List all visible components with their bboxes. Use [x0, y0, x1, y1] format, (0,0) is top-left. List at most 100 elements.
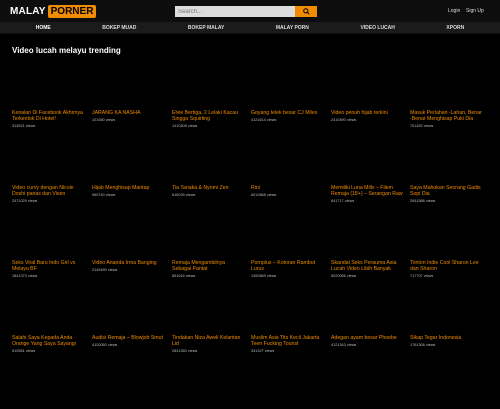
nav-bokep-muad[interactable]: BOKEP MUAD [102, 25, 136, 31]
video-card[interactable]: Hijab Menghisap Mantap 960740 views [92, 137, 164, 197]
video-card[interactable]: Masuk Perlahan -Lahan, Benar -Benar Meng… [410, 62, 482, 128]
video-thumbnail[interactable] [331, 212, 403, 258]
video-thumbnail[interactable] [12, 62, 84, 108]
video-title[interactable]: JARANG KA NASHA [92, 110, 164, 116]
video-title[interactable]: Tindakan Niza Aweli Kelantan Lid [172, 335, 244, 347]
video-thumbnail[interactable] [331, 287, 403, 333]
video-title[interactable]: Adegan ayam besar Phoebe [331, 335, 403, 341]
nav-xporn[interactable]: XPORN [446, 25, 464, 31]
search-button[interactable] [295, 6, 317, 17]
video-title[interactable]: Salahi Saya Kepada Anda Orange Yang Saya… [12, 335, 84, 347]
video-thumbnail[interactable] [331, 137, 403, 183]
video-views: 4121343 views [331, 343, 357, 348]
video-title[interactable]: Pornplus – Kotoran Rambut Lurus [251, 260, 323, 272]
video-title[interactable]: Tia Tanaka & Nyomi Zen [172, 185, 244, 191]
video-card[interactable]: Skandal Seks Perauma Asia Lucah Video Li… [331, 212, 403, 278]
nav-malay-porn[interactable]: MALAY PORN [276, 25, 309, 31]
video-title[interactable]: Audisi Remaja – Blowjob Smut [92, 335, 164, 341]
video-card[interactable]: Goyang telek besar CJ Miles 4121614 views [251, 62, 323, 122]
video-card[interactable]: JARANG KA NASHA 101580 views [92, 62, 164, 122]
video-views: 616033 views [172, 193, 196, 198]
signup-link[interactable]: Sign Up [466, 8, 484, 14]
video-views: 2145490 views [92, 268, 118, 273]
video-thumbnail[interactable] [12, 137, 84, 183]
video-views: 2841586 views [410, 199, 436, 204]
video-thumbnail[interactable] [251, 62, 323, 108]
video-title[interactable]: Saya Mahukan Seorang Gadis Sopi Dia [410, 185, 482, 197]
page-title: Video lucah melayu trending [12, 46, 121, 55]
video-title[interactable]: Muslim Asia Tits Kecil Jakarta Teen Fuck… [251, 335, 323, 347]
video-card[interactable]: Video Ananda Irma Banging 2145490 views [92, 212, 164, 272]
site-logo[interactable]: MALAY PORNER [10, 5, 97, 18]
video-title[interactable]: Video curvy dengan Nicole Doshi panas da… [12, 185, 84, 197]
video-card[interactable]: Elvie Bertiga, 2 Lelaki Kacau Singga Squ… [172, 62, 244, 128]
video-views: 1452869 views [251, 274, 277, 279]
video-views: 2471029 views [12, 199, 38, 204]
video-thumbnail[interactable] [410, 287, 482, 333]
search-input[interactable] [175, 6, 295, 17]
video-title[interactable]: Sikap Tegar Indonesia [410, 335, 482, 341]
video-card[interactable]: Remaja Mengambilnya Sebagai Pantat 861616… [172, 212, 244, 278]
video-card[interactable]: Saya Mahukan Seorang Gadis Sopi Dia 28415… [410, 137, 482, 203]
video-title[interactable]: Masuk Perlahan -Lahan, Benar -Benar Meng… [410, 110, 482, 122]
video-views: 101580 views [92, 118, 116, 123]
video-views: 1761306 views [410, 343, 436, 348]
video-views: 1841373 views [12, 274, 38, 279]
video-card[interactable]: Salahi Saya Kepada Anda Orange Yang Saya… [12, 287, 84, 353]
video-card[interactable]: Audisi Remaja – Blowjob Smut 4120050 view… [92, 287, 164, 347]
video-thumbnail[interactable] [12, 287, 84, 333]
video-thumbnail[interactable] [172, 62, 244, 108]
nav-video-lucah[interactable]: VIDEO LUCAH [360, 25, 394, 31]
video-thumbnail[interactable] [410, 137, 482, 183]
video-card[interactable]: Video penuh hijab terkini 2410490 views [331, 62, 403, 122]
logo-text-porner: PORNER [47, 5, 97, 18]
video-title[interactable]: Hijab Menghisap Mantap [92, 185, 164, 191]
login-link[interactable]: Login [448, 8, 460, 14]
video-title[interactable]: Kenalan Di Facebook Akhirnya Terkentok D… [12, 110, 84, 122]
video-thumbnail[interactable] [410, 212, 482, 258]
video-views: 841717 views [331, 199, 355, 204]
video-card[interactable]: Rini 6012868 views [251, 137, 323, 197]
video-card[interactable]: Video curvy dengan Nicole Doshi panas da… [12, 137, 84, 203]
video-title[interactable]: Rini [251, 185, 323, 191]
video-thumbnail[interactable] [172, 287, 244, 333]
video-views: 5020056 views [331, 274, 357, 279]
video-title[interactable]: Remaja Mengambilnya Sebagai Pantat [172, 260, 244, 272]
video-card[interactable]: Sikap Tegar Indonesia 1761306 views [410, 287, 482, 347]
video-card[interactable]: Tonton Indie Cool Sharon Lee dan Sharon 7… [410, 212, 482, 278]
video-thumbnail[interactable] [251, 212, 323, 258]
video-card[interactable]: Tia Tanaka & Nyomi Zen 616033 views [172, 137, 244, 197]
video-card[interactable]: Tindakan Niza Aweli Kelantan Lid 2841350 … [172, 287, 244, 353]
video-views: 6012868 views [251, 193, 277, 198]
video-title[interactable]: Memiliki Luna Mills – Filem Remaja (18+)… [331, 185, 403, 197]
video-title[interactable]: Goyang telek besar CJ Miles [251, 110, 323, 116]
video-thumbnail[interactable] [92, 287, 164, 333]
video-views: 717707 views [410, 274, 434, 279]
video-card[interactable]: Adegan ayam besar Phoebe 4121343 views [331, 287, 403, 347]
video-title[interactable]: Skandal Seks Perauma Asia Lucah Video Li… [331, 260, 403, 272]
video-thumbnail[interactable] [92, 137, 164, 183]
video-thumbnail[interactable] [251, 137, 323, 183]
video-thumbnail[interactable] [331, 62, 403, 108]
video-thumbnail[interactable] [251, 287, 323, 333]
video-thumbnail[interactable] [410, 62, 482, 108]
video-thumbnail[interactable] [172, 212, 244, 258]
main-nav: HOME BOKEP MUAD BOKEP MALAY MALAY PORN V… [0, 22, 500, 34]
video-title[interactable]: Elvie Bertiga, 2 Lelaki Kacau Singga Squ… [172, 110, 244, 122]
video-thumbnail[interactable] [92, 62, 164, 108]
video-thumbnail[interactable] [12, 212, 84, 258]
video-card[interactable]: Seks Viral Baru Indo Girl vs Melayu BF 18… [12, 212, 84, 278]
video-title[interactable]: Video penuh hijab terkini [331, 110, 403, 116]
video-title[interactable]: Seks Viral Baru Indo Girl vs Melayu BF [12, 260, 84, 272]
video-title[interactable]: Tonton Indie Cool Sharon Lee dan Sharon [410, 260, 482, 272]
video-title[interactable]: Video Ananda Irma Banging [92, 260, 164, 266]
nav-bokep-malay[interactable]: BOKEP MALAY [188, 25, 224, 31]
video-card[interactable]: Memiliki Luna Mills – Filem Remaja (18+)… [331, 137, 403, 203]
logo-text-malay: MALAY [10, 6, 46, 17]
video-card[interactable]: Pornplus – Kotoran Rambut Lurus 1452869 v… [251, 212, 323, 278]
nav-home[interactable]: HOME [36, 25, 51, 31]
video-thumbnail[interactable] [92, 212, 164, 258]
video-card[interactable]: Muslim Asia Tits Kecil Jakarta Teen Fuck… [251, 287, 323, 353]
video-card[interactable]: Kenalan Di Facebook Akhirnya Terkentok D… [12, 62, 84, 128]
video-thumbnail[interactable] [172, 137, 244, 183]
